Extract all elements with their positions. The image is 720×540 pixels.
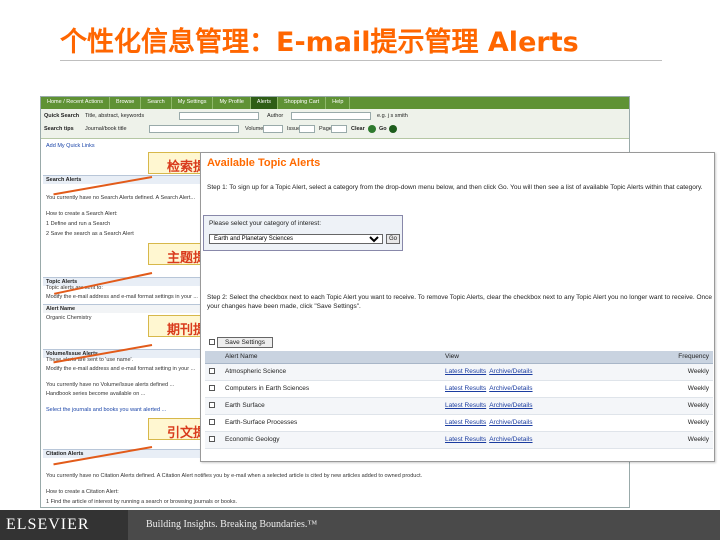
quick-search-input[interactable] xyxy=(179,112,259,120)
latest-results-link[interactable]: Latest Results xyxy=(445,436,486,443)
topic-alerts-panel: Available Topic Alerts Step 1: To sign u… xyxy=(200,152,715,462)
alert-frequency: Weekly xyxy=(641,397,713,415)
table-row: Economic Geology Latest Results Archive/D… xyxy=(205,431,713,449)
alert-name: Earth Surface xyxy=(221,397,441,415)
volume-input[interactable] xyxy=(263,125,283,133)
archive-details-link[interactable]: Archive/Details xyxy=(489,419,532,426)
table-row: Computers in Earth Sciences Latest Resul… xyxy=(205,380,713,398)
alert-name: Earth-Surface Processes xyxy=(221,414,441,432)
archive-details-link[interactable]: Archive/Details xyxy=(489,436,532,443)
row-checkbox[interactable] xyxy=(209,418,215,425)
search-tips-label[interactable]: Search tips xyxy=(44,126,74,132)
volume-text-2: Modify the e-mail address and e-mail for… xyxy=(46,366,196,372)
category-select[interactable]: Earth and Planetary Sciences xyxy=(209,234,383,244)
author-hint: e.g. j s smith xyxy=(377,113,408,119)
author-input[interactable] xyxy=(291,112,371,120)
nav-home[interactable]: Home / Recent Actions xyxy=(41,97,110,109)
quick-search-bar: Quick Search Title, abstract, keywords A… xyxy=(41,109,629,139)
nav-my-settings[interactable]: My Settings xyxy=(172,97,214,109)
slide-footer: ELSEVIER Building Insights. Breaking Bou… xyxy=(0,510,720,540)
citation-howto: How to create a Citation Alert: xyxy=(46,489,119,495)
issue-input[interactable] xyxy=(299,125,315,133)
go-icon[interactable] xyxy=(389,125,397,133)
table-header-row: Alert Name View Frequency xyxy=(205,351,713,364)
volume-label: Volume xyxy=(245,126,264,132)
step-2-text: Step 2: Select the checkbox next to each… xyxy=(207,294,712,310)
search-step-2: 2 Save the search as a Search Alert xyxy=(46,231,134,237)
volume-text-4: Handbook series become available on ... xyxy=(46,391,146,397)
category-go-button[interactable]: Go xyxy=(386,234,400,244)
author-label: Author xyxy=(267,113,284,119)
table-row: Atmospheric Science Latest Results Archiv… xyxy=(205,363,713,381)
alert-frequency: Weekly xyxy=(641,363,713,381)
col-check xyxy=(205,351,221,364)
topic-alert-value: Organic Chemistry xyxy=(46,315,92,321)
alert-frequency: Weekly xyxy=(641,431,713,449)
citation-step-1: 1 Find the article of interest by runnin… xyxy=(46,499,238,505)
alert-name: Atmospheric Science xyxy=(221,363,441,381)
clear-icon[interactable] xyxy=(368,125,376,133)
archive-details-link[interactable]: Archive/Details xyxy=(489,402,532,409)
nav-browse[interactable]: Browse xyxy=(110,97,142,109)
latest-results-link[interactable]: Latest Results xyxy=(445,419,486,426)
col-frequency: Frequency xyxy=(641,351,713,364)
save-settings-button[interactable]: Save Settings xyxy=(217,337,273,348)
topic-alerts-table: Alert Name View Frequency Atmospheric Sc… xyxy=(205,351,713,449)
alert-name: Computers in Earth Sciences xyxy=(221,380,441,398)
volume-select-link[interactable]: Select the journals and books you want a… xyxy=(46,407,166,413)
panel-title: Available Topic Alerts xyxy=(207,157,321,169)
archive-details-link[interactable]: Archive/Details xyxy=(489,385,532,392)
table-row: Earth Surface Latest Results Archive/Deta… xyxy=(205,397,713,415)
slide-title: 个性化信息管理：E-mail提示管理 Alerts xyxy=(60,27,579,58)
page-label: Page xyxy=(319,126,332,132)
latest-results-link[interactable]: Latest Results xyxy=(445,402,486,409)
col-view: View xyxy=(441,351,641,364)
nav-alerts[interactable]: Alerts xyxy=(250,97,278,109)
main-nav: Home / Recent Actions Browse Search My S… xyxy=(41,97,629,109)
row-checkbox[interactable] xyxy=(209,435,215,442)
quick-search-label: Quick Search xyxy=(44,113,80,119)
category-label: Please select your category of interest: xyxy=(209,220,322,227)
col-alert-name: Alert Name xyxy=(221,351,441,364)
journal-field: Journal/book title xyxy=(85,126,127,132)
category-select-box: Please select your category of interest:… xyxy=(203,215,403,251)
nav-shopping-cart[interactable]: Shopping Cart xyxy=(278,97,327,109)
archive-details-link[interactable]: Archive/Details xyxy=(489,368,532,375)
nav-help[interactable]: Help xyxy=(326,97,351,109)
go-link[interactable]: Go xyxy=(379,126,387,132)
page-input[interactable] xyxy=(331,125,347,133)
nav-search[interactable]: Search xyxy=(141,97,172,109)
logo-block: ELSEVIER xyxy=(0,510,128,540)
add-quick-links[interactable]: Add My Quick Links xyxy=(46,143,95,149)
title-divider xyxy=(60,60,662,61)
save-checkbox[interactable] xyxy=(209,339,215,345)
alert-name: Economic Geology xyxy=(221,431,441,449)
table-row: Earth-Surface Processes Latest Results Ar… xyxy=(205,414,713,432)
row-checkbox[interactable] xyxy=(209,367,215,374)
elsevier-logo: ELSEVIER xyxy=(6,516,90,533)
latest-results-link[interactable]: Latest Results xyxy=(445,368,486,375)
alert-frequency: Weekly xyxy=(641,380,713,398)
citation-text-1: You currently have no Citation Alerts de… xyxy=(46,473,423,479)
row-checkbox[interactable] xyxy=(209,401,215,408)
latest-results-link[interactable]: Latest Results xyxy=(445,385,486,392)
quick-search-field[interactable]: Title, abstract, keywords xyxy=(85,113,144,119)
clear-link[interactable]: Clear xyxy=(351,126,365,132)
alert-frequency: Weekly xyxy=(641,414,713,432)
volume-text-3: You currently have no Volume/Issue alert… xyxy=(46,382,175,388)
footer-tagline: Building Insights. Breaking Boundaries.™ xyxy=(146,519,318,530)
row-checkbox[interactable] xyxy=(209,384,215,391)
topic-text-2: Modify the e-mail address and e-mail for… xyxy=(46,294,198,300)
nav-my-profile[interactable]: My Profile xyxy=(213,97,251,109)
search-step-1: 1 Define and run a Search xyxy=(46,221,111,227)
search-howto: How to create a Search Alert: xyxy=(46,211,118,217)
step-1-text: Step 1: To sign up for a Topic Alert, se… xyxy=(207,184,703,191)
search-alerts-text: You currently have no Search Alerts defi… xyxy=(46,195,195,201)
journal-input[interactable] xyxy=(149,125,239,133)
